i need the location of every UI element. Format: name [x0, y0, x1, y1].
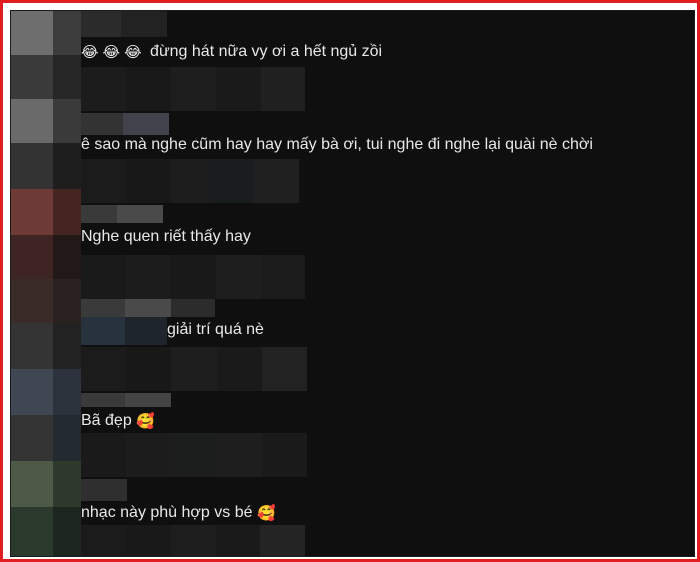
- comment-2: ê sao mà nghe cũm hay hay mấy bà ơi, tui…: [81, 135, 593, 155]
- username-blurred: [81, 11, 167, 37]
- avatar-column-blurred: [11, 11, 81, 556]
- username-blurred: [81, 479, 127, 501]
- comment-4: giải trí quá nè: [167, 320, 264, 340]
- laughing-emoji-icon: 😂: [124, 43, 142, 61]
- comment-text: nhạc này phù hợp vs bé: [81, 504, 253, 521]
- comment-text: Bã đẹp: [81, 412, 132, 429]
- comment-meta-blurred: [81, 433, 307, 477]
- username-blurred: [81, 299, 215, 317]
- smiling-hearts-emoji-icon: 🥰: [256, 504, 276, 522]
- comment-meta-blurred: [81, 347, 307, 391]
- comment-text: Nghe quen riết thấy hay: [81, 228, 251, 245]
- comment-3: Nghe quen riết thấy hay: [81, 227, 251, 247]
- comment-meta-blurred: [81, 67, 305, 111]
- comment-meta-blurred: [81, 525, 305, 556]
- username-blurred: [81, 113, 169, 135]
- red-frame: 😂 😂 😂 đừng hát nữa vy ơi a hết ngủ zồi ê s…: [0, 0, 700, 562]
- username-blurred: [81, 393, 171, 407]
- comment-1: 😂 😂 😂 đừng hát nữa vy ơi a hết ngủ zồi: [81, 42, 382, 62]
- comment-6: nhạc này phù hợp vs bé 🥰: [81, 503, 276, 523]
- laughing-emoji-icon: 😂: [102, 43, 121, 61]
- smiling-hearts-emoji-icon: 🥰: [136, 412, 155, 430]
- comment-meta-blurred: [81, 255, 305, 299]
- username-blurred: [81, 205, 163, 223]
- comment-text: ê sao mà nghe cũm hay hay mấy bà ơi, tui…: [81, 136, 593, 153]
- comment-feed[interactable]: 😂 😂 😂 đừng hát nữa vy ơi a hết ngủ zồi ê s…: [10, 10, 695, 557]
- laughing-emoji-icon: 😂: [81, 43, 99, 61]
- comment-text: đừng hát nữa vy ơi a hết ngủ zồi: [150, 43, 383, 60]
- avatar-thumbnail-blurred: [81, 317, 167, 345]
- comment-5: Bã đẹp 🥰: [81, 411, 155, 431]
- comment-text: giải trí quá nè: [167, 321, 264, 338]
- comment-meta-blurred: [81, 159, 299, 203]
